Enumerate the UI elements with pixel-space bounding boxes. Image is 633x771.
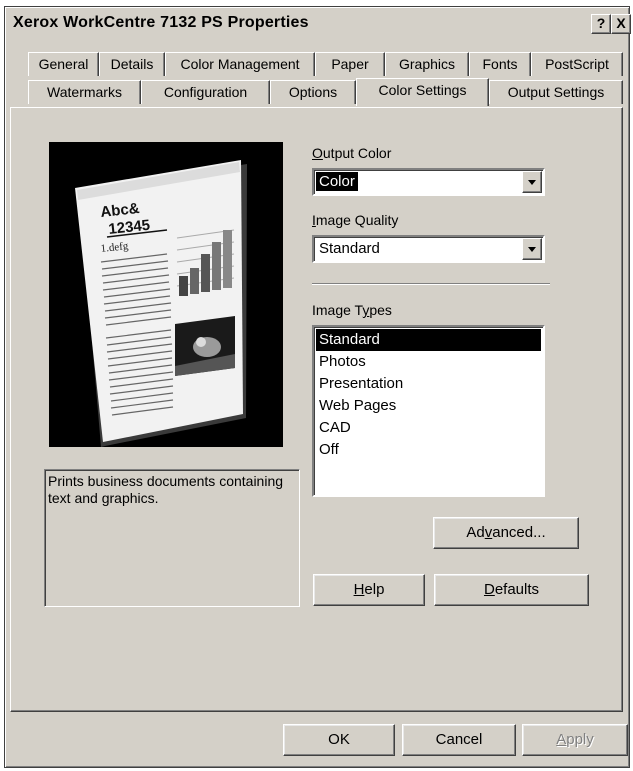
tab-general[interactable]: General	[28, 52, 99, 76]
apply-button[interactable]: Apply	[522, 724, 628, 756]
tab-postscript[interactable]: PostScript	[531, 52, 623, 76]
tab-color-settings[interactable]: Color Settings	[356, 78, 489, 106]
close-icon[interactable]: X	[611, 14, 631, 34]
cancel-button[interactable]: Cancel	[402, 724, 516, 756]
tab-watermarks[interactable]: Watermarks	[28, 80, 141, 104]
tab-graphics[interactable]: Graphics	[385, 52, 469, 76]
tab-paper[interactable]: Paper	[315, 52, 385, 76]
tab-fonts[interactable]: Fonts	[469, 52, 531, 76]
title-bar[interactable]: Xerox WorkCentre 7132 PS Properties ? X	[7, 9, 631, 39]
help-icon[interactable]: ?	[591, 14, 611, 34]
tab-output-settings[interactable]: Output Settings	[489, 80, 623, 104]
tab-options[interactable]: Options	[270, 80, 356, 104]
tab-details[interactable]: Details	[99, 52, 165, 76]
tab-configuration[interactable]: Configuration	[141, 80, 270, 104]
ok-button[interactable]: OK	[283, 724, 395, 756]
tab-page-color-settings	[10, 107, 623, 712]
tab-color-management[interactable]: Color Management	[165, 52, 315, 76]
window-title: Xerox WorkCentre 7132 PS Properties	[13, 14, 309, 31]
